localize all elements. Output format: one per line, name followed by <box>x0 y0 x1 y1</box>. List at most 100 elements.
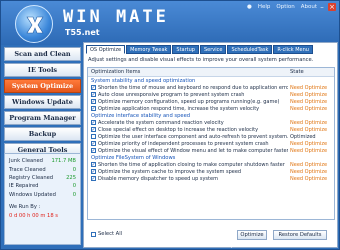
item-text: Optimize the system cache to improve the… <box>98 168 242 175</box>
list-item[interactable]: ✓ Shorten the time of application closin… <box>88 161 334 168</box>
item-checkbox[interactable]: ✓ <box>91 148 96 153</box>
tab-scheduled-task[interactable]: ScheduledTask <box>227 45 273 54</box>
stat-value: 0 <box>72 191 76 198</box>
optimize-button[interactable]: Optimize <box>237 230 267 240</box>
help-link[interactable]: Help <box>258 4 271 10</box>
item-checkbox[interactable]: ✓ <box>91 176 96 181</box>
about-link[interactable]: About <box>301 4 317 10</box>
item-checkbox[interactable]: ✓ <box>91 127 96 132</box>
list-item[interactable]: ✓ Optimize the visual effect of Window m… <box>88 147 334 154</box>
list-item[interactable]: ✓ Accelerate the system command reaction… <box>88 119 334 126</box>
stat-ie: IE Repaired 0 <box>9 182 76 190</box>
optimization-list: Optimization Items State System stabilit… <box>87 67 335 220</box>
stat-label: Junk Cleaned <box>9 158 43 165</box>
item-text: Disable memory dispatcher to speed up sy… <box>98 175 218 182</box>
item-checkbox[interactable]: ✓ <box>91 120 96 125</box>
list-item[interactable]: ✓ Auto close unresponsive program to pre… <box>88 91 334 98</box>
item-checkbox[interactable]: ✓ <box>91 141 96 146</box>
tab-os-optimize[interactable]: OS Optimize <box>86 45 126 54</box>
list-item[interactable]: ✓ Optimize priority of independent proce… <box>88 140 334 147</box>
item-checkbox[interactable]: ✓ <box>91 106 96 111</box>
app-window: WIN MATE T55.net ● Help Option About – ×… <box>0 0 340 250</box>
select-all-checkbox[interactable] <box>91 231 96 237</box>
app-header: WIN MATE T55.net ● Help Option About – × <box>1 1 339 45</box>
sidebar-item-backup[interactable]: Backup <box>4 127 81 141</box>
stat-windows: Windows Updated 0 <box>9 191 76 199</box>
logo-x-icon <box>26 16 44 34</box>
select-all[interactable]: Select All <box>91 231 122 237</box>
group-header: Optimize FileSystem of Windows <box>91 154 176 161</box>
sidebar-item-scan-clean[interactable]: Scan and Clean <box>4 47 81 61</box>
list-header: Optimization Items State <box>88 68 334 77</box>
stat-label: Trace Cleaned <box>9 166 46 173</box>
help-icon[interactable]: ● <box>247 4 252 10</box>
stat-runtime-label: We Run By : <box>9 203 76 211</box>
minimize-button[interactable]: – <box>318 3 326 11</box>
item-state: Need Optimize <box>290 91 328 98</box>
main-panel: OS Optimize Memory Tweak Startup Service… <box>83 42 338 248</box>
item-text: Close special effect on desktop to incre… <box>98 126 259 133</box>
tab-service[interactable]: Service <box>199 45 227 54</box>
item-checkbox[interactable]: ✓ <box>91 85 96 90</box>
list-item[interactable]: Optimize the user interface component an… <box>88 133 334 140</box>
item-state: Need Optimize <box>290 140 328 147</box>
app-title: WIN MATE <box>63 7 169 27</box>
sidebar-item-ie-tools[interactable]: IE Tools <box>4 63 81 77</box>
tab-memory-tweak[interactable]: Memory Tweak <box>126 45 172 54</box>
item-checkbox[interactable]: ✓ <box>91 92 96 97</box>
group-header: System stability and speed optimization <box>91 77 196 84</box>
item-state: Need Optimize <box>290 105 328 112</box>
tab-rclick-menu[interactable]: R-click Menu <box>273 45 313 54</box>
column-header-items[interactable]: Optimization Items <box>88 69 288 75</box>
item-checkbox[interactable]: ✓ <box>91 169 96 174</box>
item-state: Need Optimize <box>290 168 328 175</box>
page-description: Adjust settings and disable visual effec… <box>88 57 314 63</box>
item-checkbox[interactable] <box>91 134 96 139</box>
action-bar: Select All Optimize Restore Defaults <box>87 225 335 243</box>
list-item[interactable]: ✓ Close special effect on desktop to inc… <box>88 126 334 133</box>
stat-label: IE Repaired <box>9 183 39 190</box>
sidebar-item-system-optimize[interactable]: System Optimize <box>4 79 81 93</box>
list-item[interactable]: ✓ Optimize the system cache to improve t… <box>88 168 334 175</box>
list-item[interactable]: ✓ Optimize application respond time, inc… <box>88 105 334 112</box>
item-text: Accelerate the system command reaction v… <box>98 119 224 126</box>
item-checkbox[interactable]: ✓ <box>91 162 96 167</box>
item-state: Need Optimize <box>290 147 328 154</box>
stat-junk: Junk Cleaned 171.7 MB <box>9 157 76 165</box>
stats-panel: Junk Cleaned 171.7 MB Trace Cleaned 0 Re… <box>4 153 81 245</box>
list-item[interactable]: ✓ Shorten the time of mouse and keyboard… <box>88 84 334 91</box>
stat-value: 0 <box>72 183 76 190</box>
item-text: Optimize the visual effect of Window men… <box>98 147 288 154</box>
stat-value: 225 <box>66 174 76 181</box>
option-link[interactable]: Option <box>276 4 294 10</box>
stat-registry: Registry Cleaned 225 <box>9 174 76 182</box>
item-text: Optimize the user interface component an… <box>98 133 288 140</box>
list-item[interactable]: ✓ Optimize memory configuration, speed u… <box>88 98 334 105</box>
item-text: Auto close unresponsive program to preve… <box>98 91 245 98</box>
sidebar: Scan and Clean IE Tools System Optimize … <box>4 47 81 159</box>
list-item[interactable]: ✓ Disable memory dispatcher to speed up … <box>88 175 334 182</box>
stat-trace: Trace Cleaned 0 <box>9 165 76 173</box>
item-state: Need Optimize <box>290 175 328 182</box>
item-checkbox[interactable]: ✓ <box>91 99 96 104</box>
tab-startup[interactable]: Startup <box>172 45 199 54</box>
item-text: Optimize priority of independent process… <box>98 140 269 147</box>
top-menu: ● Help Option About <box>247 4 317 10</box>
sidebar-item-windows-update[interactable]: Windows Update <box>4 95 81 109</box>
sidebar-item-program-manager[interactable]: Program Manager <box>4 111 81 125</box>
tab-bar: OS Optimize Memory Tweak Startup Service… <box>86 45 313 54</box>
restore-defaults-button[interactable]: Restore Defaults <box>273 230 327 240</box>
item-state: Need Optimize <box>290 84 328 91</box>
stat-label: Windows Updated <box>9 191 56 198</box>
item-state: Need Optimize <box>290 98 328 105</box>
item-state: Optimized <box>290 133 316 140</box>
close-button[interactable]: × <box>328 3 336 11</box>
item-text: Optimize memory configuration, speed up … <box>98 98 280 105</box>
column-header-state[interactable]: State <box>288 69 332 75</box>
app-logo <box>15 5 53 43</box>
window-controls: – × <box>318 3 336 11</box>
item-text: Optimize application respond time, incre… <box>98 105 260 112</box>
item-state: Need Optimize <box>290 161 328 168</box>
runtime-value: 0 d 00 h 00 m 18 s <box>9 212 58 219</box>
runtime-label: We Run By : <box>9 204 41 211</box>
